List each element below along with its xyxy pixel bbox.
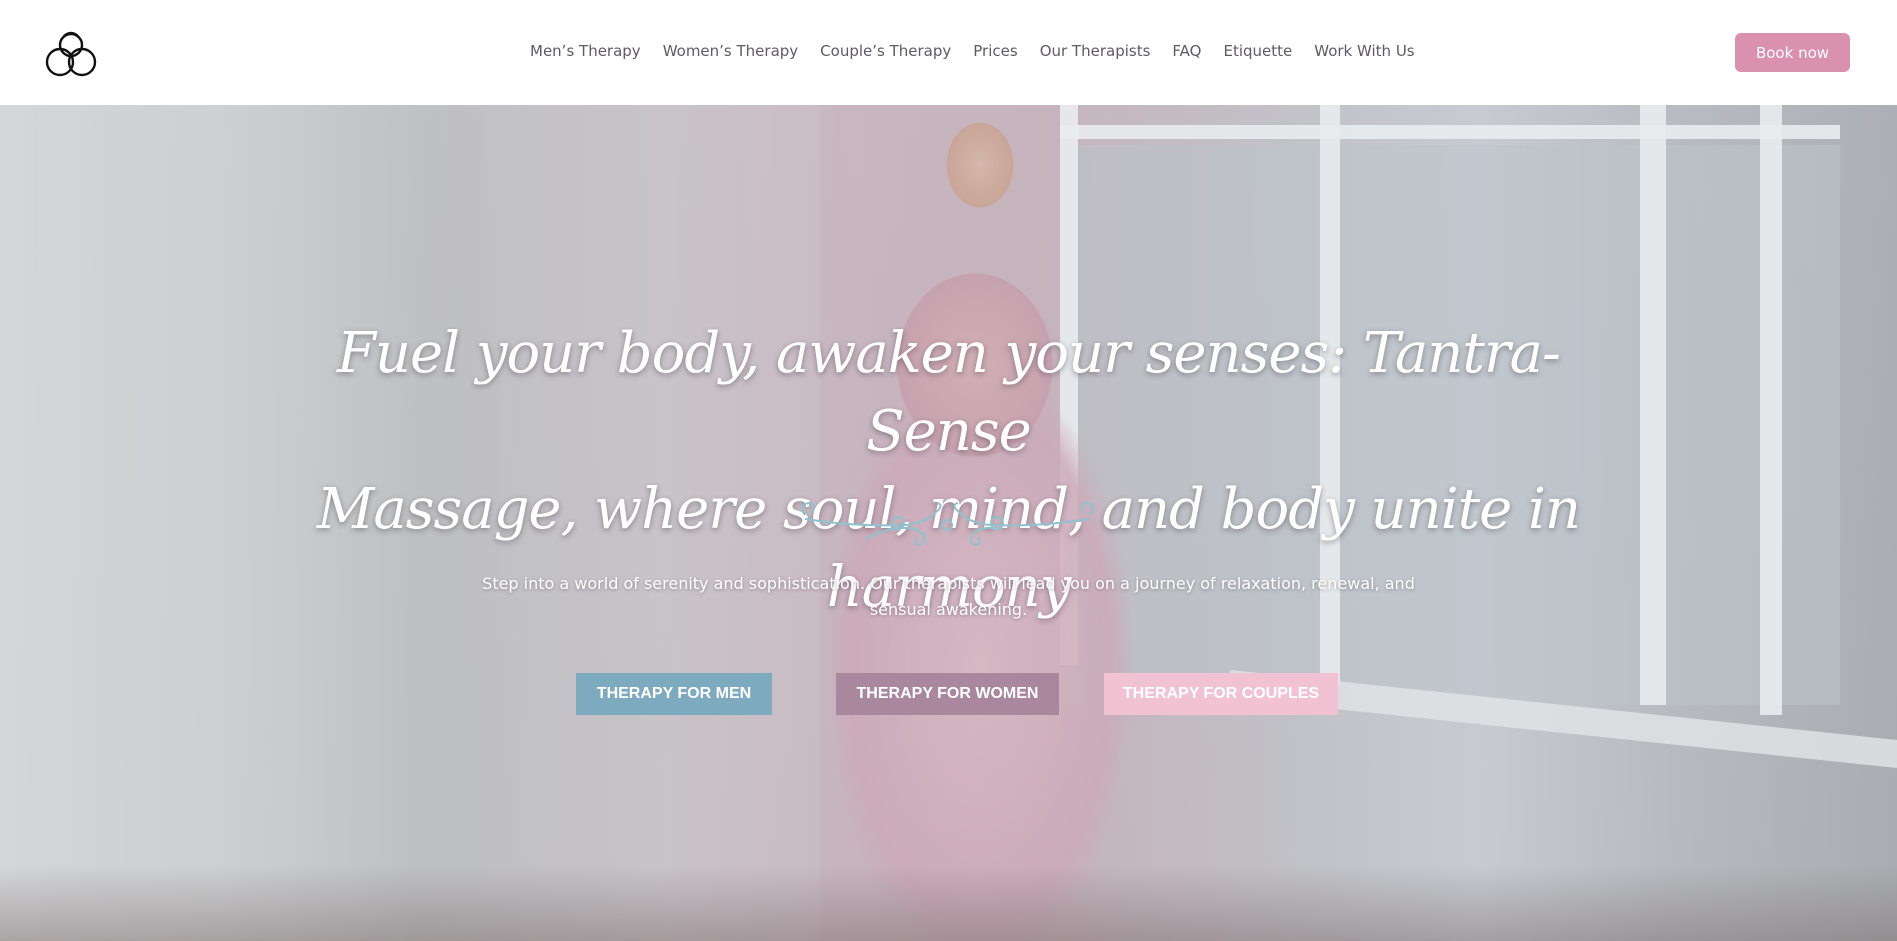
- hero-section: Fuel your body, awaken your senses: Tant…: [0, 105, 1897, 941]
- site-header: Men’s Therapy Women’s Therapy Couple’s T…: [0, 0, 1897, 105]
- book-now-button[interactable]: Book now: [1735, 33, 1850, 72]
- nav-our-therapists[interactable]: Our Therapists: [1040, 42, 1151, 60]
- hero-headline-line1: Fuel your body, awaken your senses: Tant…: [337, 321, 1561, 464]
- nav-couples-therapy[interactable]: Couple’s Therapy: [820, 42, 951, 60]
- nav-faq[interactable]: FAQ: [1172, 42, 1201, 60]
- therapy-for-women-button[interactable]: THERAPY FOR WOMEN: [836, 673, 1059, 715]
- hero-subtext: Step into a world of serenity and sophis…: [482, 574, 1415, 619]
- nav-etiquette[interactable]: Etiquette: [1223, 42, 1292, 60]
- window-frame: [1760, 105, 1782, 715]
- nav-prices[interactable]: Prices: [973, 42, 1017, 60]
- logo-icon[interactable]: [44, 28, 98, 78]
- floor: [0, 865, 1897, 941]
- ornament-divider-icon: [800, 501, 1095, 547]
- main-nav: Men’s Therapy Women’s Therapy Couple’s T…: [530, 42, 1415, 60]
- therapy-for-men-button[interactable]: THERAPY FOR MEN: [576, 673, 772, 715]
- nav-mens-therapy[interactable]: Men’s Therapy: [530, 42, 641, 60]
- nav-womens-therapy[interactable]: Women’s Therapy: [663, 42, 798, 60]
- nav-work-with-us[interactable]: Work With Us: [1314, 42, 1414, 60]
- therapy-for-couples-button[interactable]: THERAPY FOR COUPLES: [1104, 673, 1338, 715]
- window-frame: [1640, 105, 1666, 705]
